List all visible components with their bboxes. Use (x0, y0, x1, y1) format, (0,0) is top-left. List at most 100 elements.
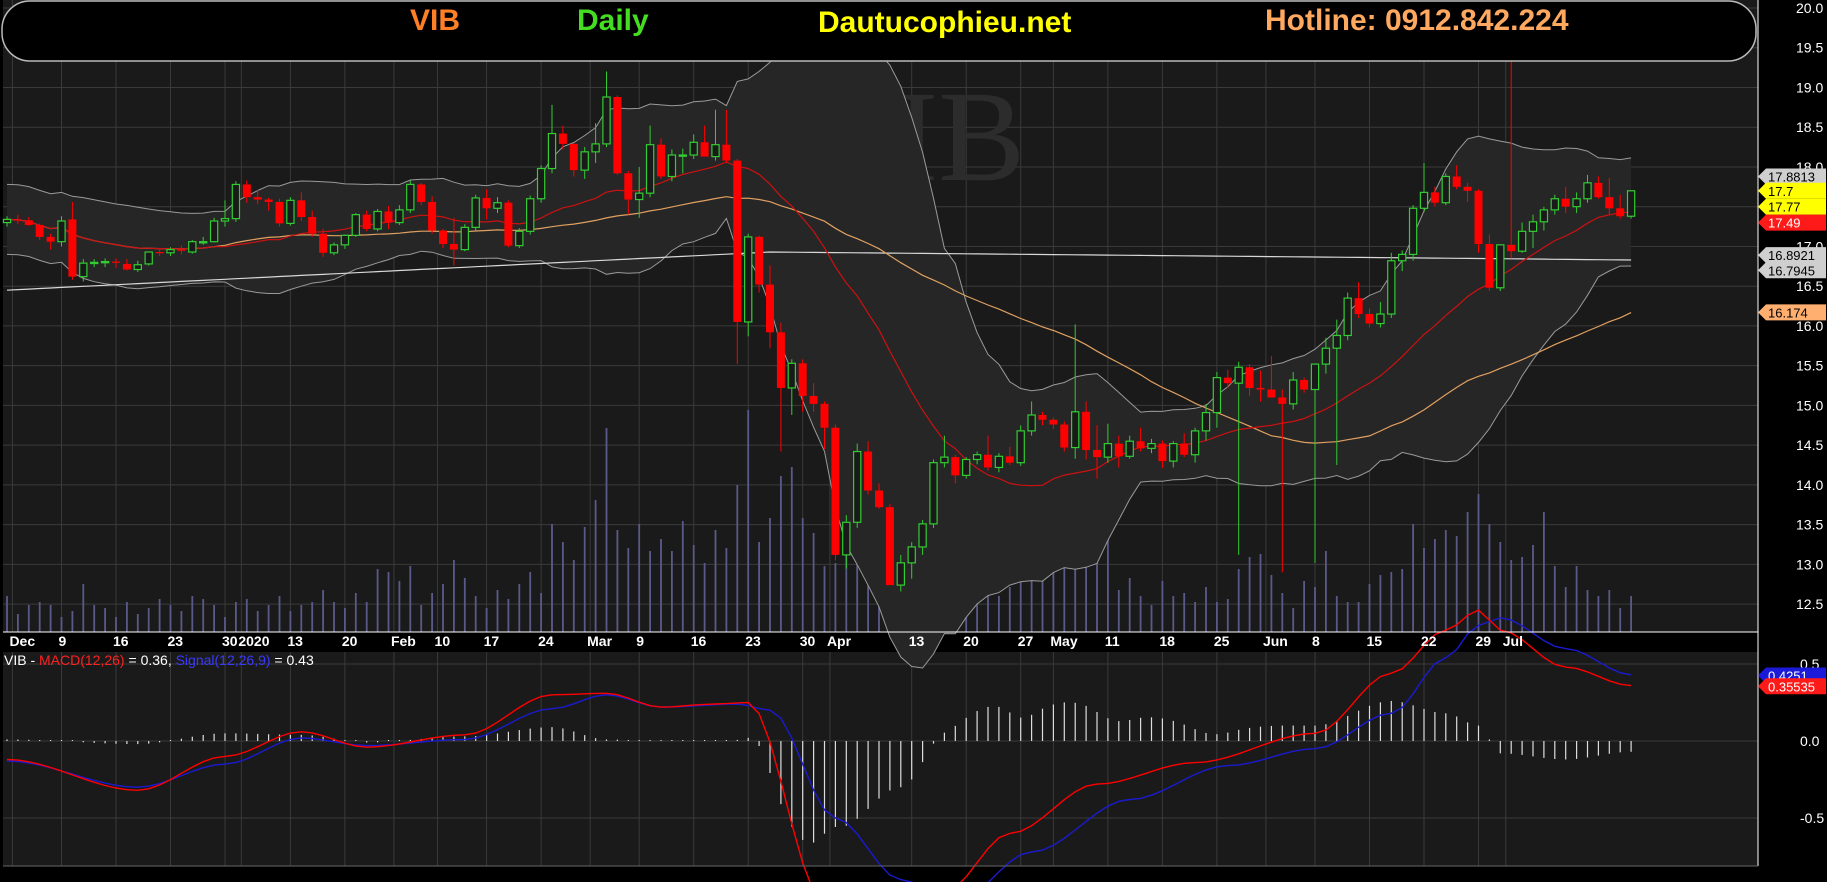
candle-body-down (449, 244, 458, 250)
candle-body-up (100, 260, 110, 264)
candle-body-up (351, 214, 361, 236)
volume-bar (278, 596, 281, 632)
volume-bar (38, 602, 41, 632)
candle-body-down (776, 332, 785, 388)
volume-bar (1335, 596, 1338, 632)
volume-bar (60, 617, 63, 632)
volume-bar (660, 539, 662, 632)
date-axis-label: 22 (1421, 633, 1437, 649)
candle-body-down (755, 236, 764, 285)
candle-body-down (1561, 198, 1570, 207)
candle-body-up (144, 251, 153, 265)
candle-body-up (842, 521, 851, 556)
volume-bar (834, 563, 837, 632)
volume-bar (17, 614, 19, 632)
candle-body-down (1430, 192, 1439, 203)
date-axis-label: 17 (484, 633, 500, 649)
volume-bar (245, 599, 248, 632)
volume-bar (1150, 605, 1153, 632)
candle-body-up (209, 220, 219, 243)
date-axis-label: Apr (827, 633, 852, 649)
candle-body-up (536, 167, 546, 200)
candle-body-up (286, 199, 295, 224)
volume-bar (594, 500, 597, 632)
price-tag-label: 17.49 (1768, 216, 1801, 231)
price-axis-tick: 19.5 (1796, 40, 1823, 56)
volume-bar (1183, 593, 1186, 632)
volume-bar (1259, 554, 1262, 632)
date-axis-label: May (1050, 633, 1077, 649)
candle-body-up (972, 454, 982, 461)
candle-body-up (471, 197, 480, 228)
candle-body-down (613, 96, 622, 174)
volume-bar (398, 581, 401, 632)
candle-body-up (1321, 347, 1331, 365)
volume-bar (1619, 608, 1622, 632)
volume-bar (180, 611, 183, 632)
candle-body-down (384, 211, 393, 223)
candle-body-up (460, 226, 470, 251)
price-tag-label: 17.7 (1768, 184, 1793, 199)
candle-body-down (558, 133, 567, 144)
candle-body-up (1419, 191, 1429, 209)
volume-bar (1575, 566, 1578, 632)
date-axis-label: Jun (1263, 633, 1288, 649)
candle-body-up (1070, 411, 1080, 449)
volume-bar (431, 593, 433, 632)
volume-bar (474, 596, 477, 632)
macd-legend-signal-value: = 0.43 (271, 652, 314, 668)
candle-body-down (1180, 443, 1189, 455)
candle-body-up (1169, 442, 1178, 462)
candle-body-up (525, 198, 535, 232)
volume-bar (1434, 539, 1436, 632)
candle-body-up (929, 462, 938, 525)
candle-body-down (798, 363, 807, 396)
volume-bar (409, 566, 412, 632)
price-axis-tick: 12.5 (1796, 596, 1823, 612)
date-axis-label: Jul (1503, 633, 1523, 649)
candle-body-up (918, 523, 927, 548)
candle-body-up (340, 234, 350, 246)
candle-body-down (864, 451, 873, 491)
date-axis-label: 9 (636, 633, 644, 649)
volume-bar (1553, 566, 1556, 632)
volume-bar (518, 584, 521, 632)
volume-bar (354, 593, 357, 632)
candle-body-down (1093, 449, 1101, 458)
volume-bar (801, 518, 804, 632)
candle-body-up (1387, 260, 1396, 315)
volume-bar (703, 563, 706, 632)
candle-body-down (733, 160, 742, 322)
volume-bar (136, 614, 139, 632)
volume-bar (442, 584, 444, 632)
volume-bar (1172, 596, 1175, 632)
candle-body-up (1016, 430, 1025, 464)
candle-body-up (1310, 363, 1320, 391)
volume-bar (289, 611, 292, 632)
volume-bar (256, 611, 259, 632)
volume-bar (27, 605, 30, 632)
candle-body-up (896, 562, 906, 586)
candle-body-up (634, 192, 644, 201)
candle-body-down (177, 249, 186, 251)
candle-body-down (1463, 186, 1472, 191)
price-axis-tick: 13.0 (1796, 556, 1823, 572)
candle-body-down (1354, 298, 1363, 315)
price-axis-tick: 14.5 (1796, 437, 1823, 453)
volume-bar (1008, 587, 1011, 632)
volume-bar (1205, 587, 1207, 632)
candle-body-down (68, 219, 77, 277)
candle-body-down (1365, 314, 1374, 324)
candle-body-up (787, 362, 797, 389)
candle-body-up (166, 249, 175, 254)
volume-bar (540, 593, 542, 632)
volume-bar (692, 545, 695, 632)
volume-bar (158, 599, 161, 632)
candle-body-down (1245, 367, 1254, 388)
date-axis-label: 30 (800, 633, 816, 649)
candle-body-up (602, 96, 611, 145)
candle-body-down (242, 184, 251, 198)
candle-body-up (907, 546, 916, 564)
volume-bar (1314, 587, 1316, 632)
candle-body-up (406, 183, 415, 211)
